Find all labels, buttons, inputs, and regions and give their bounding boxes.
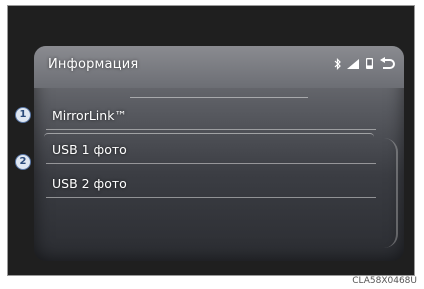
status-bar — [334, 57, 396, 70]
menu-item-mirrorlink[interactable]: MirrorLink™ — [42, 102, 386, 130]
item-divider — [46, 163, 376, 164]
back-icon[interactable] — [379, 57, 396, 70]
screen-title: Информация — [48, 57, 139, 72]
photo-frame: Информация MirrorLink™ USB 1 фото USB 2 … — [7, 5, 415, 276]
header-divider — [130, 97, 308, 98]
menu-item-label: USB 1 фото — [52, 142, 127, 157]
menu-item-label: USB 2 фото — [52, 176, 127, 191]
callout-badge-2: 2 — [15, 154, 31, 170]
item-divider — [46, 197, 376, 198]
scroll-indicator — [384, 138, 398, 248]
display-screen: Информация MirrorLink™ USB 1 фото USB 2 … — [34, 46, 404, 261]
menu-item-label: MirrorLink™ — [52, 108, 127, 123]
header-bar: Информация — [34, 46, 404, 88]
callout-badge-1: 1 — [15, 107, 31, 123]
figure-caption-code: CLA58X0468U — [352, 276, 417, 286]
phone-icon — [366, 58, 373, 69]
menu-item-usb2-photo[interactable]: USB 2 фото — [42, 170, 386, 198]
menu-item-usb1-photo[interactable]: USB 1 фото — [42, 133, 386, 164]
bluetooth-icon — [334, 57, 341, 70]
item-divider — [46, 129, 376, 130]
signal-icon — [347, 58, 359, 69]
